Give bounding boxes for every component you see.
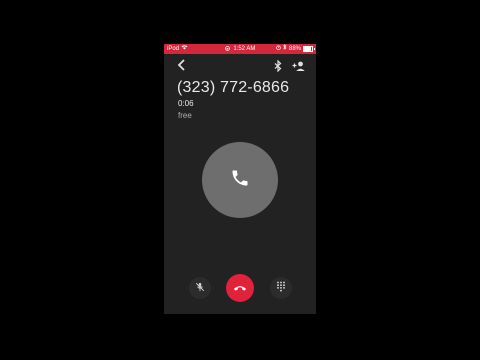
mute-button[interactable]	[189, 277, 211, 299]
call-controls	[164, 274, 316, 302]
phone-number: (323) 772-6866	[177, 79, 290, 96]
battery-icon	[303, 46, 315, 52]
hang-up-icon	[233, 279, 247, 297]
rotation-lock-icon	[224, 46, 232, 52]
dialpad-icon	[276, 279, 286, 297]
status-right: 88%	[276, 44, 315, 54]
alarm-icon	[276, 44, 281, 54]
bluetooth-icon[interactable]	[273, 59, 283, 73]
status-time: 1:52 AM	[233, 46, 256, 52]
battery-fill	[304, 47, 312, 51]
call-avatar-circle	[202, 142, 278, 218]
phone-icon	[230, 168, 250, 193]
dialpad-button[interactable]	[270, 277, 292, 299]
call-screen: iPod 1:52 AM 88% (323) 772-6866 0:06 fre…	[164, 44, 316, 314]
call-toolbar	[164, 58, 316, 74]
mic-off-icon	[195, 279, 205, 297]
add-person-icon[interactable]	[292, 59, 306, 71]
end-call-button[interactable]	[226, 274, 254, 302]
chevron-left-icon[interactable]	[176, 58, 188, 72]
status-bar: iPod 1:52 AM 88%	[164, 44, 316, 54]
call-duration: 0:06	[178, 99, 194, 108]
bluetooth-status-icon	[283, 44, 287, 54]
battery-percent: 88%	[288, 46, 301, 52]
call-status: free	[178, 111, 192, 120]
